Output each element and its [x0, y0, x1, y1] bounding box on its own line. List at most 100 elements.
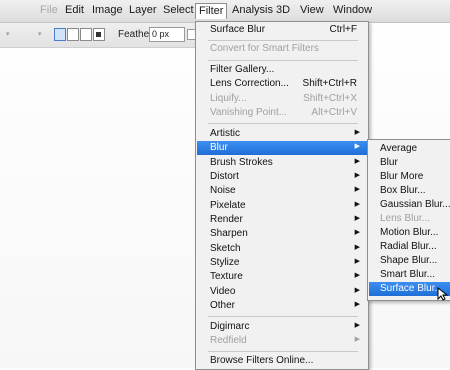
menu-item-label: Sharpen	[210, 228, 248, 239]
triangle-right-icon: ▶	[354, 229, 360, 236]
menu-item-label: Filter Gallery...	[210, 64, 275, 75]
new-selection-icon[interactable]	[54, 28, 66, 41]
menu-item-label: Render	[210, 214, 243, 225]
menu-item-label: Brush Strokes	[210, 157, 273, 168]
triangle-right-icon: ▶	[354, 287, 360, 294]
menu-item-label: Artistic	[210, 128, 240, 139]
submenu-item-label: Blur	[380, 157, 398, 168]
menu-select[interactable]: Select	[163, 4, 194, 16]
menu-item-convert-smart-filters[interactable]: Convert for Smart Filters	[197, 42, 367, 56]
menu-3d[interactable]: 3D	[276, 4, 290, 16]
subtract-from-selection-icon[interactable]	[80, 28, 92, 41]
triangle-right-icon: ▶	[354, 129, 360, 136]
mouse-pointer-icon	[437, 287, 449, 301]
menu-item-label: Video	[210, 286, 236, 297]
options-bar: ▾ ▾ Feather: 0 px	[0, 23, 200, 48]
triangle-right-icon: ▶	[354, 258, 360, 265]
submenu-item-label: Smart Blur...	[380, 269, 436, 280]
menu-separator	[208, 60, 358, 61]
blur-submenu: Average Blur Blur More Box Blur... Gauss…	[367, 139, 450, 301]
menu-separator	[208, 316, 358, 317]
menu-item-shortcut: Alt+Ctrl+V	[311, 107, 357, 118]
submenu-item-motion-blur[interactable]: Motion Blur...	[369, 226, 450, 240]
menu-item-blur[interactable]: Blur ▶	[197, 141, 367, 155]
menu-item-liquify[interactable]: Liquify... Shift+Ctrl+X	[197, 92, 367, 106]
menu-item-label: Lens Correction...	[210, 78, 289, 89]
menu-item-label: Digimarc	[210, 321, 250, 332]
menu-item-artistic[interactable]: Artistic ▶	[197, 127, 367, 141]
menu-item-digimarc[interactable]: Digimarc ▶	[197, 320, 367, 334]
menu-item-shortcut: Shift+Ctrl+X	[303, 93, 357, 104]
menu-item-filter-gallery[interactable]: Filter Gallery...	[197, 63, 367, 77]
menu-view[interactable]: View	[300, 4, 324, 16]
submenu-item-blur-more[interactable]: Blur More	[369, 170, 450, 184]
triangle-right-icon: ▶	[354, 336, 360, 343]
menu-item-browse-filters-online[interactable]: Browse Filters Online...	[197, 354, 367, 368]
menu-separator	[208, 351, 358, 352]
menu-edit[interactable]: Edit	[65, 4, 84, 16]
menu-item-noise[interactable]: Noise ▶	[197, 184, 367, 198]
submenu-item-label: Lens Blur...	[380, 213, 431, 224]
menu-file[interactable]: File	[40, 4, 58, 16]
submenu-item-label: Gaussian Blur...	[380, 199, 450, 210]
menu-item-label: Texture	[210, 271, 243, 282]
submenu-item-box-blur[interactable]: Box Blur...	[369, 184, 450, 198]
submenu-item-gaussian-blur[interactable]: Gaussian Blur...	[369, 198, 450, 212]
menu-item-distort[interactable]: Distort ▶	[197, 170, 367, 184]
menu-window[interactable]: Window	[333, 4, 372, 16]
menu-separator	[208, 40, 358, 41]
menu-item-label: Sketch	[210, 243, 241, 254]
triangle-right-icon: ▶	[354, 143, 360, 150]
triangle-right-icon: ▶	[354, 244, 360, 251]
tool-preset-chevron-icon[interactable]: ▾	[6, 30, 10, 38]
menu-item-label: Pixelate	[210, 200, 246, 211]
menu-item-label: Browse Filters Online...	[210, 355, 314, 366]
submenu-item-radial-blur[interactable]: Radial Blur...	[369, 240, 450, 254]
menu-item-vanishing-point[interactable]: Vanishing Point... Alt+Ctrl+V	[197, 106, 367, 120]
menu-separator	[208, 123, 358, 124]
menu-filter[interactable]: Filter	[195, 3, 228, 19]
menu-item-video[interactable]: Video ▶	[197, 285, 367, 299]
menu-item-redfield[interactable]: Redfield ▶	[197, 334, 367, 348]
menu-item-texture[interactable]: Texture ▶	[197, 270, 367, 284]
menu-item-label: Noise	[210, 185, 236, 196]
menu-item-label: Convert for Smart Filters	[210, 43, 319, 54]
menu-item-label: Redfield	[210, 335, 247, 346]
menu-item-label: Liquify...	[210, 93, 247, 104]
triangle-right-icon: ▶	[354, 172, 360, 179]
submenu-item-average[interactable]: Average	[369, 142, 450, 156]
triangle-right-icon: ▶	[354, 215, 360, 222]
tool-preset-dropdown-icon[interactable]: ▾	[38, 30, 42, 38]
menu-item-label: Distort	[210, 171, 239, 182]
menu-item-sharpen[interactable]: Sharpen ▶	[197, 227, 367, 241]
menu-item-surface-blur[interactable]: Surface Blur Ctrl+F	[197, 23, 367, 37]
submenu-item-lens-blur[interactable]: Lens Blur...	[369, 212, 450, 226]
triangle-right-icon: ▶	[354, 301, 360, 308]
submenu-item-label: Box Blur...	[380, 185, 426, 196]
submenu-item-smart-blur[interactable]: Smart Blur...	[369, 268, 450, 282]
submenu-item-label: Average	[380, 143, 418, 154]
menu-item-label: Blur	[210, 142, 228, 153]
menu-analysis[interactable]: Analysis	[232, 4, 273, 16]
menu-layer[interactable]: Layer	[129, 4, 157, 16]
triangle-right-icon: ▶	[354, 322, 360, 329]
menu-item-lens-correction[interactable]: Lens Correction... Shift+Ctrl+R	[197, 77, 367, 91]
menu-item-other[interactable]: Other ▶	[197, 299, 367, 313]
add-to-selection-icon[interactable]	[67, 28, 79, 41]
menu-image[interactable]: Image	[92, 4, 123, 16]
submenu-item-label: Motion Blur...	[380, 227, 439, 238]
menu-item-pixelate[interactable]: Pixelate ▶	[197, 199, 367, 213]
menu-item-label: Stylize	[210, 257, 240, 268]
menu-item-render[interactable]: Render ▶	[197, 213, 367, 227]
menu-item-stylize[interactable]: Stylize ▶	[197, 256, 367, 270]
intersect-selection-icon[interactable]	[93, 28, 105, 41]
submenu-item-shape-blur[interactable]: Shape Blur...	[369, 254, 450, 268]
feather-input[interactable]: 0 px	[149, 27, 185, 42]
triangle-right-icon: ▶	[354, 186, 360, 193]
menu-item-shortcut: Shift+Ctrl+R	[302, 78, 357, 89]
menu-item-sketch[interactable]: Sketch ▶	[197, 242, 367, 256]
menu-item-brush-strokes[interactable]: Brush Strokes ▶	[197, 156, 367, 170]
submenu-item-blur[interactable]: Blur	[369, 156, 450, 170]
submenu-item-label: Shape Blur...	[380, 255, 438, 266]
menu-item-shortcut: Ctrl+F	[329, 24, 358, 35]
